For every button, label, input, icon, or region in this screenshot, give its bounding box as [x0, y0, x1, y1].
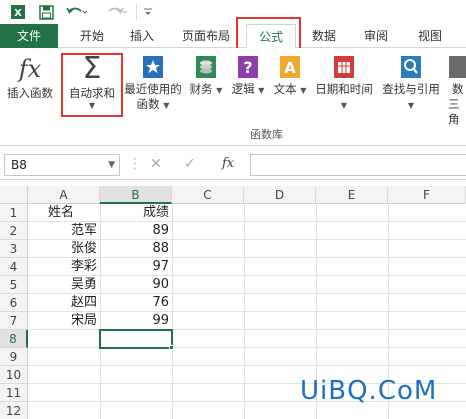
column-header-d[interactable]: D	[244, 186, 316, 204]
tab-data[interactable]: 数据	[306, 24, 342, 48]
insert-function-button[interactable]: fx 插入函数	[2, 54, 58, 101]
active-cell-b8[interactable]	[99, 329, 173, 349]
text-book-icon: A	[277, 54, 303, 80]
question-book-icon: ?	[235, 54, 261, 80]
row-header-5[interactable]: 5	[0, 276, 28, 294]
insert-function-label: 插入函数	[7, 86, 53, 100]
cell-a1[interactable]: 姓名	[28, 204, 100, 222]
column-header-e[interactable]: E	[316, 186, 388, 204]
row-header-2[interactable]: 2	[0, 222, 28, 240]
select-all-corner[interactable]	[0, 186, 28, 204]
text-label: 文本 ▼	[273, 82, 307, 96]
tab-review[interactable]: 审阅	[358, 24, 394, 48]
name-box-value: B8	[11, 158, 27, 172]
column-header-f[interactable]: F	[388, 186, 466, 204]
fill-handle[interactable]	[169, 345, 174, 350]
cell-b7[interactable]: 99	[100, 312, 172, 330]
financial-label: 财务 ▼	[189, 82, 223, 96]
cell-b3[interactable]: 88	[100, 240, 172, 258]
formulas-tab-highlight	[236, 17, 301, 51]
math-book-icon	[446, 54, 466, 80]
more-options-icon: ⋮	[128, 156, 142, 172]
cell-b5[interactable]: 90	[100, 276, 172, 294]
chevron-down-icon[interactable]: ▼	[108, 155, 115, 175]
svg-text:?: ?	[243, 58, 252, 77]
cell-b4[interactable]: 97	[100, 258, 172, 276]
tab-view[interactable]: 视图	[412, 24, 448, 48]
financial-button[interactable]: 财务 ▼	[186, 54, 226, 98]
column-header-b[interactable]: B	[100, 186, 172, 204]
lookup-reference-button[interactable]: 查找与引用 ▼	[378, 54, 444, 113]
cell-a6[interactable]: 赵四	[28, 294, 100, 312]
logical-label: 逻辑 ▼	[231, 82, 265, 96]
tab-file[interactable]: 文件	[0, 24, 58, 48]
formula-bar: B8 ▼ ⋮ ✕ ✓ fx	[0, 150, 466, 180]
customize-qat-icon[interactable]	[140, 2, 156, 22]
row-header-7[interactable]: 7	[0, 312, 28, 330]
magnifier-book-icon	[398, 54, 424, 80]
cell-a5[interactable]: 吴勇	[28, 276, 100, 294]
row-header-11[interactable]: 11	[0, 384, 28, 402]
svg-text:A: A	[284, 59, 296, 77]
name-box[interactable]: B8 ▼	[4, 154, 120, 176]
insert-function-icon[interactable]: fx	[222, 156, 234, 171]
cell-b6[interactable]: 76	[100, 294, 172, 312]
tab-insert[interactable]: 插入	[124, 24, 160, 48]
column-header-c[interactable]: C	[172, 186, 244, 204]
calendar-book-icon	[331, 54, 357, 80]
svg-text:X: X	[14, 8, 22, 19]
row-header-8[interactable]: 8	[0, 330, 28, 348]
logical-button[interactable]: ? 逻辑 ▼	[228, 54, 268, 98]
enter-icon[interactable]: ✓	[184, 156, 196, 172]
cell-a4[interactable]: 李彩	[28, 258, 100, 276]
text-button[interactable]: A 文本 ▼	[270, 54, 310, 98]
column-header-a[interactable]: A	[28, 186, 100, 204]
date-time-label: 日期和时间 ▼	[315, 82, 373, 110]
math-trig-label-line1: 数	[452, 82, 464, 96]
save-icon[interactable]	[36, 2, 56, 22]
row-header-9[interactable]: 9	[0, 348, 28, 366]
watermark: UiBQ.CoM	[300, 376, 438, 406]
recently-used-button[interactable]: 最近使用的 函数 ▼	[122, 54, 184, 113]
fx-icon: fx	[18, 55, 42, 83]
cell-b2[interactable]: 89	[100, 222, 172, 240]
row-header-12[interactable]: 12	[0, 402, 28, 419]
cell-a3[interactable]: 张俊	[28, 240, 100, 258]
function-library-group-label: 函数库	[250, 128, 283, 141]
autosum-highlight	[61, 53, 123, 117]
math-trig-label-line2: 三角	[448, 97, 460, 126]
star-book-icon	[140, 54, 166, 80]
formula-input[interactable]	[250, 154, 466, 176]
tab-page-layout[interactable]: 页面布局	[176, 24, 236, 48]
cancel-icon[interactable]: ✕	[150, 156, 162, 172]
recently-used-label-line1: 最近使用的	[124, 82, 182, 96]
ribbon-tabs: 文件 开始 插入 页面布局 公式 数据 审阅 视图	[0, 24, 466, 49]
coins-book-icon	[193, 54, 219, 80]
excel-logo-icon: X	[8, 2, 28, 22]
row-header-4[interactable]: 4	[0, 258, 28, 276]
cell-b1[interactable]: 成绩	[100, 204, 172, 222]
tab-home[interactable]: 开始	[72, 24, 112, 48]
row-header-6[interactable]: 6	[0, 294, 28, 312]
undo-icon[interactable]	[64, 2, 90, 22]
recently-used-label-line2: 函数 ▼	[136, 97, 170, 111]
date-time-button[interactable]: 日期和时间 ▼	[312, 54, 376, 113]
cell-a7[interactable]: 宋局	[28, 312, 100, 330]
redo-icon[interactable]	[104, 2, 130, 22]
lookup-reference-label: 查找与引用 ▼	[382, 82, 440, 110]
cell-a2[interactable]: 范军	[28, 222, 100, 240]
row-header-1[interactable]: 1	[0, 204, 28, 222]
row-header-3[interactable]: 3	[0, 240, 28, 258]
row-header-10[interactable]: 10	[0, 366, 28, 384]
quick-access-toolbar: X	[0, 0, 466, 24]
math-trig-button[interactable]: 数 三角	[446, 54, 466, 127]
